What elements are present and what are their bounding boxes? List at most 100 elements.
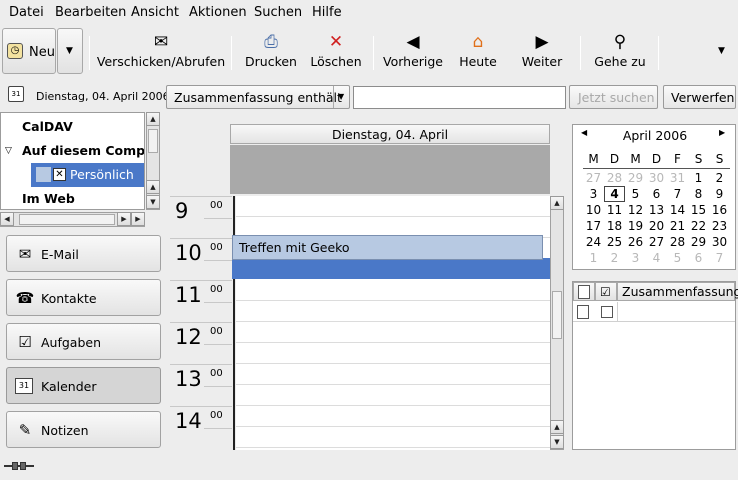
calendar-day[interactable]: 24 bbox=[583, 234, 604, 250]
scroll-up-arrow-icon[interactable]: ▲ bbox=[146, 112, 160, 126]
tree-group-caldav[interactable]: CalDAV bbox=[1, 115, 144, 139]
tree-group-web[interactable]: Im Web bbox=[1, 187, 144, 209]
calendar-day[interactable]: 17 bbox=[583, 218, 604, 234]
selected-time-slot[interactable] bbox=[232, 258, 550, 279]
scroll-up-arrow-icon[interactable]: ▲ bbox=[550, 196, 564, 210]
delete-button[interactable]: ✕ Löschen bbox=[306, 26, 366, 76]
next-button[interactable]: ▶ Weiter bbox=[514, 26, 570, 76]
scroll-left-arrow-icon[interactable]: ◀ bbox=[0, 212, 14, 226]
tree-horizontal-scrollbar[interactable]: ◀ ▶ ▶ bbox=[0, 212, 145, 227]
calendar-day[interactable]: 28 bbox=[604, 170, 625, 186]
menu-datei[interactable]: Datei bbox=[9, 5, 44, 20]
calendar-day[interactable]: 27 bbox=[646, 234, 667, 250]
print-button[interactable]: ⎙ Drucken bbox=[242, 26, 300, 76]
calendar-day[interactable]: 29 bbox=[625, 170, 646, 186]
calendar-day[interactable]: 22 bbox=[688, 218, 709, 234]
scroll-right-arrow-icon[interactable]: ▶ bbox=[131, 212, 145, 226]
calendar-day[interactable]: 9 bbox=[709, 186, 730, 202]
calendar-day[interactable]: 19 bbox=[625, 218, 646, 234]
new-task-row[interactable] bbox=[573, 302, 735, 322]
calendar-day[interactable]: 31 bbox=[667, 170, 688, 186]
scroll-down-arrow-icon[interactable]: ▼ bbox=[146, 195, 160, 209]
calendar-day[interactable]: 7 bbox=[667, 186, 688, 202]
calendar-day[interactable]: 4 bbox=[646, 250, 667, 266]
today-button[interactable]: ⌂ Heute bbox=[450, 26, 506, 76]
new-button[interactable]: ◷ Neu bbox=[2, 28, 56, 74]
nav-button-email[interactable]: ✉ E-Mail bbox=[6, 235, 161, 272]
previous-button[interactable]: ◀ Vorherige bbox=[380, 26, 446, 76]
tree-item-personal[interactable]: ✕ Persönlich bbox=[1, 163, 144, 187]
calendar-day[interactable]: 12 bbox=[625, 202, 646, 218]
calendar-day[interactable]: 8 bbox=[688, 186, 709, 202]
scroll-up-arrow-icon[interactable]: ▲ bbox=[146, 180, 160, 194]
calendar-day[interactable]: 25 bbox=[604, 234, 625, 250]
connection-status-icon[interactable] bbox=[4, 462, 34, 470]
new-dropdown-button[interactable]: ▼ bbox=[57, 28, 83, 74]
search-filter-combo[interactable]: Zusammenfassung enthält ▼ bbox=[166, 85, 350, 109]
toolbar-overflow-arrow-icon[interactable]: ▼ bbox=[718, 46, 725, 56]
goto-button[interactable]: ⚲ Gehe zu bbox=[588, 26, 652, 76]
menu-hilfe[interactable]: Hilfe bbox=[312, 5, 342, 20]
calendar-day[interactable]: 27 bbox=[583, 170, 604, 186]
expander-down-icon[interactable]: ▽ bbox=[5, 139, 12, 163]
calendar-day[interactable]: 10 bbox=[583, 202, 604, 218]
send-receive-button[interactable]: ✉ Verschicken/Abrufen bbox=[96, 26, 226, 76]
nav-button-notes[interactable]: ✎ Notizen bbox=[6, 411, 161, 448]
menu-bearbeiten[interactable]: Bearbeiten bbox=[55, 5, 126, 20]
calendar-day[interactable]: 16 bbox=[709, 202, 730, 218]
nav-button-tasks[interactable]: ☑ Aufgaben bbox=[6, 323, 161, 360]
calendar-day[interactable]: 3 bbox=[583, 186, 604, 202]
day-view-header[interactable]: Dienstag, 04. April bbox=[230, 124, 550, 144]
calendar-day[interactable]: 15 bbox=[688, 202, 709, 218]
discard-button[interactable]: Verwerfen bbox=[663, 85, 736, 109]
event-title[interactable]: Treffen mit Geeko bbox=[239, 240, 350, 255]
calendar-day[interactable]: 5 bbox=[667, 250, 688, 266]
calendar-day[interactable]: 30 bbox=[709, 234, 730, 250]
calendar-day[interactable]: 21 bbox=[667, 218, 688, 234]
calendar-day[interactable]: 20 bbox=[646, 218, 667, 234]
checkbox-checked-icon[interactable]: ✕ bbox=[53, 168, 66, 181]
calendar-day[interactable]: 7 bbox=[709, 250, 730, 266]
calendar-day[interactable]: 4 bbox=[604, 186, 625, 202]
task-checkbox[interactable] bbox=[601, 306, 613, 318]
task-summary-header[interactable]: Zusammenfassung bbox=[617, 282, 738, 301]
calendar-day[interactable]: 30 bbox=[646, 170, 667, 186]
calendar-day[interactable]: 1 bbox=[583, 250, 604, 266]
calendar-day[interactable]: 23 bbox=[709, 218, 730, 234]
calendar-day[interactable]: 5 bbox=[625, 186, 646, 202]
calendar-day[interactable]: 18 bbox=[604, 218, 625, 234]
calendar-day[interactable]: 26 bbox=[625, 234, 646, 250]
menu-aktionen[interactable]: Aktionen bbox=[189, 5, 247, 20]
scrollbar-thumb[interactable] bbox=[148, 129, 158, 153]
calendar-day[interactable]: 6 bbox=[646, 186, 667, 202]
search-now-button[interactable]: Jetzt suchen bbox=[569, 85, 658, 109]
calendar-day[interactable]: 2 bbox=[604, 250, 625, 266]
all-day-events-area[interactable] bbox=[230, 145, 550, 194]
calendar-day[interactable]: 1 bbox=[688, 170, 709, 186]
task-complete-header[interactable]: ☑ bbox=[595, 282, 617, 301]
calendar-day[interactable]: 3 bbox=[625, 250, 646, 266]
menu-ansicht[interactable]: Ansicht bbox=[131, 5, 179, 20]
scrollbar-thumb[interactable] bbox=[552, 291, 562, 339]
calendar-day[interactable]: 11 bbox=[604, 202, 625, 218]
nav-button-contacts[interactable]: ☎ Kontakte bbox=[6, 279, 161, 316]
scrollbar-thumb[interactable] bbox=[19, 214, 115, 225]
calendar-day[interactable]: 6 bbox=[688, 250, 709, 266]
calendar-day[interactable]: 2 bbox=[709, 170, 730, 186]
task-column-header-icon[interactable] bbox=[573, 282, 595, 301]
day-view-vertical-scrollbar[interactable]: ▲ ▲ ▼ bbox=[550, 196, 564, 450]
tree-group-local[interactable]: ▽ Auf diesem Compu bbox=[1, 139, 144, 163]
search-input[interactable] bbox=[353, 86, 566, 109]
next-month-arrow-icon[interactable]: ▶ bbox=[719, 128, 725, 137]
calendar-day[interactable]: 13 bbox=[646, 202, 667, 218]
nav-button-calendar[interactable]: 31 Kalender bbox=[6, 367, 161, 404]
scroll-up-arrow-icon[interactable]: ▲ bbox=[550, 420, 564, 434]
calendar-day[interactable]: 29 bbox=[688, 234, 709, 250]
scroll-down-arrow-icon[interactable]: ▼ bbox=[550, 435, 564, 449]
calendar-day[interactable]: 28 bbox=[667, 234, 688, 250]
scroll-right-arrow-icon[interactable]: ▶ bbox=[117, 212, 131, 226]
tree-vertical-scrollbar[interactable]: ▲ ▲ ▼ bbox=[146, 112, 160, 210]
menu-suchen[interactable]: Suchen bbox=[254, 5, 302, 20]
event-block[interactable]: Treffen mit Geeko bbox=[232, 235, 543, 260]
calendar-day[interactable]: 14 bbox=[667, 202, 688, 218]
